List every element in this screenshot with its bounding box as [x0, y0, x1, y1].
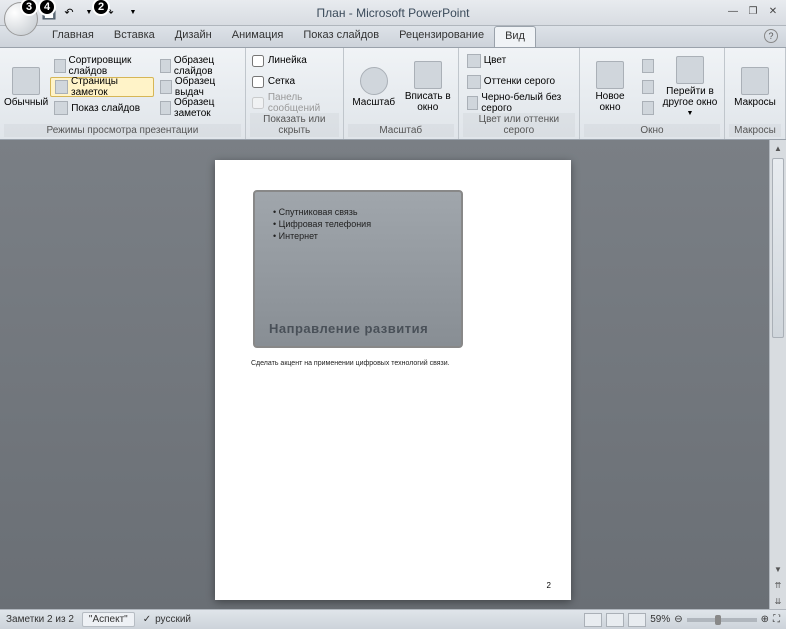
group-label: Макросы [729, 124, 781, 137]
spell-icon[interactable]: ✓ [143, 614, 151, 625]
blackwhite-button[interactable]: Черно-белый без серого [463, 93, 575, 113]
bullet-item: Цифровая телефония [273, 218, 443, 230]
notes-text[interactable]: Сделать акцент на применении цифровых те… [251, 360, 535, 367]
undo-icon[interactable]: ↶ [60, 4, 78, 22]
tab-design[interactable]: Дизайн [165, 26, 222, 47]
arrange-button[interactable] [638, 56, 658, 76]
zoom-level[interactable]: 59% [650, 614, 670, 625]
blackwhite-icon [467, 96, 479, 110]
group-label: Режимы просмотра презентации [4, 124, 241, 137]
zoom-button[interactable]: Масштаб [348, 54, 400, 120]
cascade-button[interactable] [638, 77, 658, 97]
view-normal-icon[interactable] [584, 613, 602, 627]
zoom-in-button[interactable]: ⊕ [761, 614, 769, 625]
group-label: Масштаб [348, 124, 454, 137]
new-window-button[interactable]: Новое окно [584, 54, 636, 120]
scrollbar-thumb[interactable] [772, 158, 784, 338]
slide-title: Направление развития [269, 321, 428, 336]
bullet-item: Спутниковая связь [273, 206, 443, 218]
status-theme[interactable]: "Аспект" [82, 612, 135, 627]
fit-window-button[interactable]: Вписать в окно [402, 54, 454, 120]
view-slideshow-icon[interactable] [628, 613, 646, 627]
restore-button[interactable]: ❐ [746, 4, 760, 18]
slide-thumbnail[interactable]: Спутниковая связь Цифровая телефония Инт… [253, 190, 463, 348]
status-language[interactable]: русский [155, 614, 191, 625]
window-title: План - Microsoft PowerPoint [317, 6, 470, 20]
prev-slide-icon[interactable]: ⇈ [770, 577, 786, 593]
tab-slideshow[interactable]: Показ слайдов [293, 26, 389, 47]
normal-view-icon [12, 67, 40, 95]
fit-window-icon [414, 61, 442, 89]
cascade-icon [642, 80, 654, 94]
group-show-hide: Линейка Сетка Панель сообщений Показать … [246, 48, 344, 139]
slide-sorter-icon [54, 59, 65, 73]
zoom-icon [360, 67, 388, 95]
title-bar: ↶ ▼ ↷ ▼ План - Microsoft PowerPoint — ❐ … [0, 0, 786, 26]
ruler-checkbox[interactable]: Линейка [250, 51, 339, 71]
notes-master-button[interactable]: Образец заметок [156, 98, 241, 118]
color-icon [467, 54, 481, 68]
notes-page-icon [55, 80, 68, 94]
split-button[interactable] [638, 98, 658, 118]
ribbon: Обычный Сортировщик слайдов Страницы зам… [0, 48, 786, 140]
bullet-item: Интернет [273, 230, 443, 242]
handout-master-icon [160, 80, 172, 94]
notes-page[interactable]: Спутниковая связь Цифровая телефония Инт… [215, 160, 571, 600]
scroll-down-icon[interactable]: ▼ [770, 561, 786, 577]
zoom-out-button[interactable]: ⊖ [674, 614, 682, 625]
page-number: 2 [547, 581, 551, 590]
fit-to-window-button[interactable]: ⛶ [773, 614, 780, 625]
slideshow-icon [54, 101, 68, 115]
grayscale-button[interactable]: Оттенки серого [463, 72, 575, 92]
zoom-slider-handle[interactable] [715, 615, 721, 625]
arrange-icon [642, 59, 654, 73]
group-zoom: Масштаб Вписать в окно Масштаб [344, 48, 459, 139]
slideshow-button[interactable]: Показ слайдов [50, 98, 153, 118]
tab-animation[interactable]: Анимация [222, 26, 294, 47]
color-button[interactable]: Цвет [463, 51, 575, 71]
notes-page-button[interactable]: Страницы заметок [50, 77, 153, 97]
minimize-button[interactable]: — [726, 4, 740, 18]
group-macros: Макросы Макросы [725, 48, 786, 139]
grayscale-icon [467, 75, 481, 89]
slide-master-button[interactable]: Образец слайдов [156, 56, 241, 76]
switch-window-icon [676, 56, 704, 84]
zoom-slider[interactable] [687, 618, 757, 622]
group-label: Цвет или оттенки серого [463, 113, 575, 137]
group-window: Новое окно Перейти в другое окно▼ Окно [580, 48, 725, 139]
slide-sorter-button[interactable]: Сортировщик слайдов [50, 56, 153, 76]
tab-review[interactable]: Рецензирование [389, 26, 494, 47]
status-slide-count: Заметки 2 из 2 [6, 614, 74, 625]
notes-master-icon [160, 101, 171, 115]
group-label: Окно [584, 124, 720, 137]
scroll-up-icon[interactable]: ▲ [770, 140, 786, 156]
group-color: Цвет Оттенки серого Черно-белый без серо… [459, 48, 580, 139]
split-icon [642, 101, 654, 115]
vertical-scrollbar[interactable]: ▲ ▼ ⇈ ⇊ [769, 140, 786, 609]
status-bar: Заметки 2 из 2 "Аспект" ✓ русский 59% ⊖ … [0, 609, 786, 629]
grid-checkbox[interactable]: Сетка [250, 72, 339, 92]
slide-master-icon [160, 59, 171, 73]
group-label: Показать или скрыть [250, 113, 339, 137]
normal-view-button[interactable]: Обычный [4, 54, 48, 120]
handout-master-button[interactable]: Образец выдач [156, 77, 241, 97]
close-button[interactable]: ✕ [766, 4, 780, 18]
group-views: Обычный Сортировщик слайдов Страницы зам… [0, 48, 246, 139]
switch-window-button[interactable]: Перейти в другое окно▼ [660, 54, 720, 120]
macros-button[interactable]: Макросы [729, 54, 781, 120]
msgbar-checkbox[interactable]: Панель сообщений [250, 93, 339, 113]
workspace: Спутниковая связь Цифровая телефония Инт… [0, 140, 786, 609]
tab-home[interactable]: Главная [42, 26, 104, 47]
help-icon[interactable]: ? [764, 29, 778, 43]
ribbon-tabs: Главная Вставка Дизайн Анимация Показ сл… [0, 26, 786, 48]
new-window-icon [596, 61, 624, 89]
tab-insert[interactable]: Вставка [104, 26, 165, 47]
tab-view[interactable]: Вид [494, 26, 536, 47]
macros-icon [741, 67, 769, 95]
view-sorter-icon[interactable] [606, 613, 624, 627]
next-slide-icon[interactable]: ⇊ [770, 593, 786, 609]
qat-dropdown-icon[interactable]: ▼ [124, 4, 142, 22]
